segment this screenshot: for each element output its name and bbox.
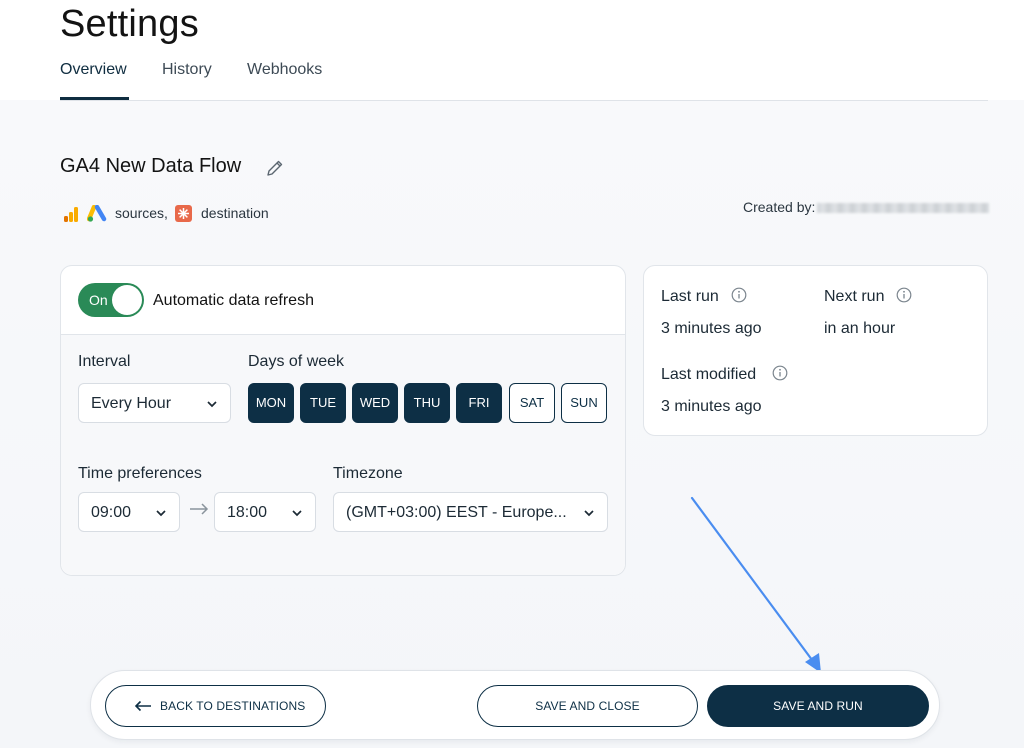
chevron-down-icon	[584, 510, 594, 517]
page-title: Settings	[60, 3, 199, 45]
pencil-icon[interactable]	[265, 158, 285, 178]
timezone-select[interactable]: (GMT+03:00) EEST - Europe...	[333, 492, 608, 532]
tab-bar: Overview History Webhooks	[60, 56, 988, 101]
created-by: Created by:	[743, 199, 990, 215]
flow-title: GA4 New Data Flow	[60, 155, 242, 177]
save-and-run-button[interactable]: SAVE AND RUN	[707, 685, 929, 727]
refresh-title: Automatic data refresh	[153, 292, 314, 309]
interval-select[interactable]: Every Hour	[78, 383, 231, 423]
destination-label: destination	[201, 205, 269, 221]
back-to-destinations-button[interactable]: BACK TO DESTINATIONS	[105, 685, 326, 727]
refresh-body: Interval Every Hour Days of week	[61, 335, 625, 575]
created-by-label: Created by:	[743, 199, 816, 215]
annotation-arrow	[690, 496, 821, 673]
timezone-label: Timezone	[333, 465, 403, 482]
time-to-value: 18:00	[227, 504, 268, 521]
chevron-down-icon	[207, 401, 217, 408]
time-to-select[interactable]: 18:00	[214, 492, 316, 532]
google-ads-icon	[87, 205, 107, 222]
day-sun[interactable]: SUN	[561, 383, 607, 423]
day-thu[interactable]: THU	[404, 383, 450, 423]
auto-refresh-toggle[interactable]: On	[78, 283, 144, 317]
info-icon[interactable]	[772, 365, 788, 381]
back-button-label: BACK TO DESTINATIONS	[160, 699, 306, 713]
last-modified-value: 3 minutes ago	[661, 398, 762, 415]
footer-action-bar: BACK TO DESTINATIONS SAVE AND CLOSE SAVE…	[90, 670, 940, 740]
timezone-value: (GMT+03:00) EEST - Europe...	[346, 504, 567, 521]
arrow-right-icon	[190, 503, 209, 515]
next-run-label: Next run	[824, 288, 885, 305]
destination-icon	[175, 205, 192, 222]
tab-webhooks[interactable]: Webhooks	[247, 56, 327, 100]
next-run-value: in an hour	[824, 320, 896, 337]
day-mon[interactable]: MON	[248, 383, 294, 423]
time-from-value: 09:00	[91, 504, 132, 521]
info-icon[interactable]	[896, 287, 912, 303]
last-modified-label: Last modified	[661, 366, 757, 383]
day-wed[interactable]: WED	[352, 383, 398, 423]
time-from-select[interactable]: 09:00	[78, 492, 180, 532]
day-tue[interactable]: TUE	[300, 383, 346, 423]
last-run-label: Last run	[661, 288, 719, 305]
save-and-close-button[interactable]: SAVE AND CLOSE	[477, 685, 698, 727]
google-analytics-icon	[64, 207, 78, 222]
interval-label: Interval	[78, 353, 131, 370]
days-of-week-label: Days of week	[248, 353, 345, 370]
tab-history[interactable]: History	[162, 56, 218, 100]
chevron-down-icon	[156, 510, 166, 517]
redacted-email	[817, 203, 990, 214]
interval-value: Every Hour	[91, 395, 172, 412]
refresh-header: On Automatic data refresh	[61, 266, 625, 335]
toggle-label: On	[89, 292, 108, 308]
run-stats-card: Last run 3 minutes ago Next run in an ho…	[643, 265, 988, 436]
arrow-left-icon	[134, 700, 151, 712]
time-preferences-label: Time preferences	[78, 465, 202, 482]
toggle-knob	[112, 285, 142, 315]
last-run-value: 3 minutes ago	[661, 320, 762, 337]
day-sat[interactable]: SAT	[509, 383, 555, 423]
refresh-settings-card: On Automatic data refresh Interval Every…	[60, 265, 626, 576]
day-fri[interactable]: FRI	[456, 383, 502, 423]
tab-overview[interactable]: Overview	[60, 56, 129, 100]
info-icon[interactable]	[731, 287, 747, 303]
chevron-down-icon	[292, 510, 302, 517]
sources-label: sources,	[115, 205, 168, 221]
